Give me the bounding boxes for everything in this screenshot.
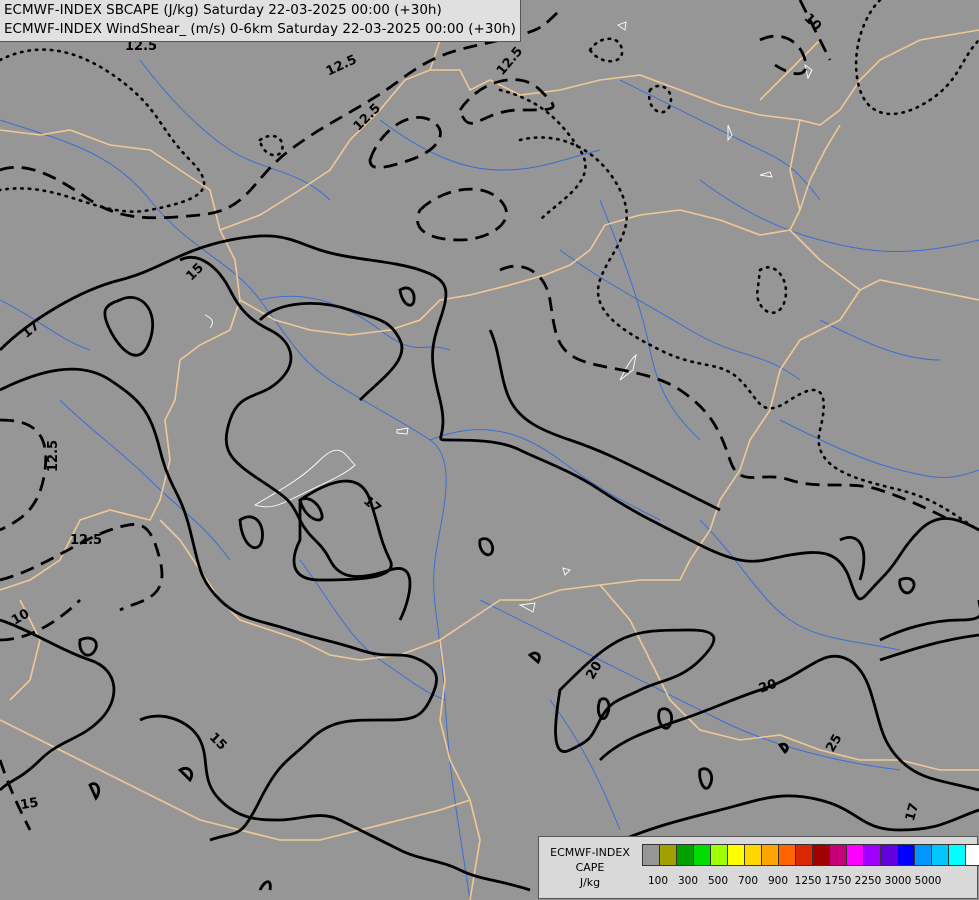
legend-swatch — [659, 844, 677, 866]
legend-swatch — [778, 844, 796, 866]
map-title: ECMWF-INDEX SBCAPE (J/kg) Saturday 22-03… — [0, 0, 521, 42]
legend-tick: 3000 — [884, 875, 912, 887]
legend-swatches — [642, 844, 979, 866]
legend-swatch — [812, 844, 830, 866]
weather-map: 12.5 12.5 12.5 12.5 10 15 17 12.5 12.5 1… — [0, 0, 979, 900]
title-line-windshear: ECMWF-INDEX WindShear_ (m/s) 0-6km Satur… — [4, 21, 516, 37]
legend-tick: 5000 — [914, 875, 942, 887]
legend-swatch — [829, 844, 847, 866]
legend-tick: 300 — [677, 875, 699, 887]
legend-swatch — [676, 844, 694, 866]
legend-model: ECMWF-INDEX — [550, 846, 630, 859]
legend-tick: 2250 — [854, 875, 882, 887]
legend-swatch — [880, 844, 898, 866]
legend-tick: 700 — [737, 875, 759, 887]
contour-label: 12.5 — [70, 533, 102, 548]
legend-swatch — [914, 844, 932, 866]
legend-label: ECMWF-INDEX CAPE J/kg — [541, 845, 639, 890]
legend-field: CAPE — [575, 861, 605, 874]
legend-swatch — [710, 844, 728, 866]
title-line-cape: ECMWF-INDEX SBCAPE (J/kg) Saturday 22-03… — [4, 2, 442, 18]
legend-swatch — [863, 844, 881, 866]
legend-tick: 1250 — [794, 875, 822, 887]
legend-tick: 1750 — [824, 875, 852, 887]
legend-swatch — [948, 844, 966, 866]
legend-tick: 900 — [767, 875, 789, 887]
legend-swatch — [744, 844, 762, 866]
legend-swatch — [965, 844, 979, 866]
legend-swatch — [846, 844, 864, 866]
legend-swatch — [931, 844, 949, 866]
cape-legend: ECMWF-INDEX CAPE J/kg 100 300 500 700 900 125… — [538, 836, 979, 899]
contour-label: 12.5 — [46, 440, 61, 472]
legend-swatch — [727, 844, 745, 866]
legend-swatch — [642, 844, 660, 866]
legend-swatch — [693, 844, 711, 866]
legend-swatch — [897, 844, 915, 866]
contour-label: 15 — [19, 795, 39, 813]
legend-tick: 500 — [707, 875, 729, 887]
legend-swatch — [761, 844, 779, 866]
legend-unit: J/kg — [579, 876, 601, 889]
legend-ticks: 100 300 500 700 900 1250 1750 2250 3000 5000 — [642, 875, 972, 889]
legend-tick: 100 — [647, 875, 669, 887]
legend-swatch — [795, 844, 813, 866]
